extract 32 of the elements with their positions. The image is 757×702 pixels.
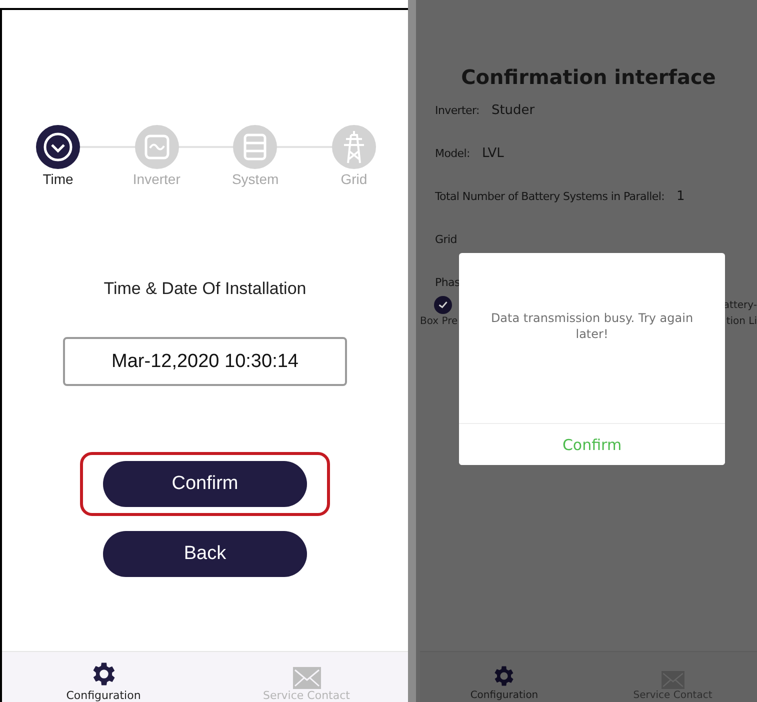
envelope-icon [292, 667, 320, 689]
checkbox-text: tion Li [726, 316, 757, 327]
list-icon [233, 125, 278, 169]
clock-icon [36, 125, 80, 169]
field-label: Model: [435, 147, 470, 160]
nav-tab[interactable]: Service Contact [205, 652, 408, 702]
action-button[interactable]: Back [103, 531, 307, 577]
screen-title: Confirmation interface [460, 65, 717, 89]
installation-heading: Time & Date Of Installation [102, 279, 308, 299]
checkbox[interactable] [434, 296, 452, 314]
step-tab[interactable]: Time [30, 125, 86, 187]
step-tab[interactable]: System [227, 125, 284, 187]
nav-tab[interactable]: Configuration [420, 652, 588, 702]
field-label: Phas [435, 276, 460, 289]
checkbox-text: attery- [723, 300, 757, 310]
field-value: 1 [676, 189, 685, 204]
checkbox-text: Box Pre [420, 316, 458, 327]
field-label: Inverter: [435, 104, 480, 117]
datetime-field[interactable]: Mar-12,2020 10:30:14 [63, 337, 347, 386]
check-icon [437, 299, 449, 311]
field-value: Studer [491, 103, 535, 118]
pylon-icon [332, 125, 376, 169]
action-button[interactable]: Confirm [103, 461, 307, 507]
field-label: Total Number of Battery Systems in Parallel: [435, 190, 665, 203]
step-tab[interactable]: Inverter [128, 125, 185, 187]
nav-tab[interactable]: Configuration [2, 652, 205, 702]
dialog-message: Data transmission busy. Try again later! [490, 310, 694, 343]
step-tab[interactable]: Grid [326, 125, 382, 187]
dialog-confirm-button[interactable]: Confirm [459, 423, 725, 465]
field-label: Grid [435, 233, 457, 246]
field-value: LVL [482, 146, 504, 161]
wave-icon [134, 125, 179, 169]
